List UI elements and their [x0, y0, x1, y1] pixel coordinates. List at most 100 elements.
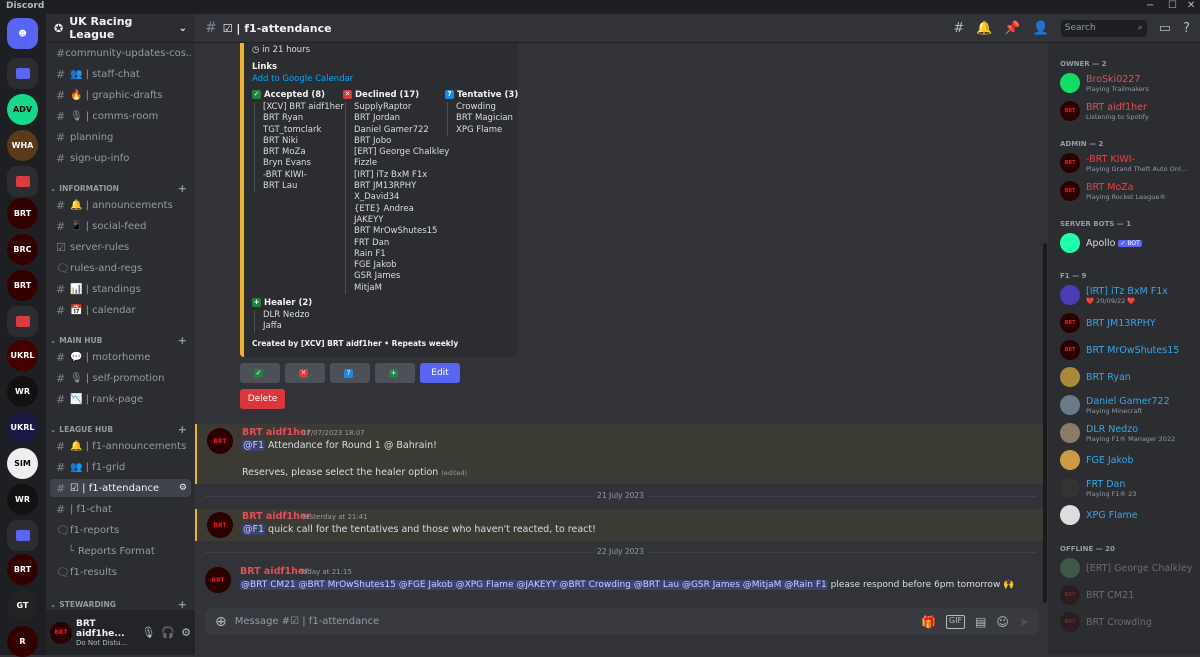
maximize-button[interactable]: ☐: [1168, 0, 1177, 11]
avatar[interactable]: BRT: [205, 567, 231, 593]
channel-server-rules[interactable]: ☑ server-rules: [50, 238, 191, 256]
bell-icon[interactable]: 🔔: [976, 21, 992, 36]
channel-planning[interactable]: # planning: [50, 128, 191, 146]
tentative-button[interactable]: ?: [330, 363, 370, 383]
inbox-icon[interactable]: ▭: [1159, 21, 1171, 36]
member-item[interactable]: BRT Ryan: [1060, 365, 1196, 389]
channel-community-updates[interactable]: # community-updates-cos...: [50, 44, 191, 62]
plus-icon[interactable]: +: [178, 423, 187, 436]
scrollbar-thumb[interactable]: [1043, 243, 1047, 603]
help-icon[interactable]: ?: [1183, 21, 1190, 36]
add-attachment-icon[interactable]: ⊕: [215, 614, 227, 630]
channel-self-promotion[interactable]: # 🎙 | self-promotion: [50, 369, 191, 387]
server-folder-icon[interactable]: [7, 166, 38, 197]
member-item[interactable]: BRT BRT MrOwShutes15: [1060, 338, 1196, 362]
server-icon[interactable]: WR: [7, 376, 38, 407]
member-item[interactable]: Apollo ✓ BOT: [1060, 231, 1196, 255]
send-icon[interactable]: ➤: [1019, 615, 1029, 629]
server-icon[interactable]: BRT: [7, 198, 38, 229]
server-folder-icon[interactable]: [7, 520, 38, 551]
message-input[interactable]: Message #☑ | f1-attendance: [235, 616, 380, 627]
channel-f1-chat[interactable]: # | f1-chat: [50, 500, 191, 518]
category-main-hub[interactable]: ⌄ MAIN HUB +: [50, 334, 187, 347]
settings-icon[interactable]: ⚙: [179, 483, 191, 493]
member-item[interactable]: BRT BRT JM13RPHY: [1060, 311, 1196, 335]
server-icon[interactable]: UKRL: [7, 412, 38, 443]
server-icon[interactable]: R: [7, 626, 38, 657]
edit-button[interactable]: Edit: [420, 363, 460, 383]
message-composer[interactable]: ⊕ Message #☑ | f1-attendance 🎁 GIF ▤ ☺ ➤: [205, 608, 1039, 635]
close-button[interactable]: ✕: [1187, 0, 1195, 11]
thread-reports-format[interactable]: └ Reports Format: [50, 542, 191, 560]
channel-f1-grid[interactable]: # 👥 | f1-grid: [50, 458, 191, 476]
gif-button[interactable]: GIF: [945, 614, 966, 629]
channel-motorhome[interactable]: # 💬 | motorhome: [50, 348, 191, 366]
delete-button[interactable]: Delete: [240, 389, 285, 409]
chevron-down-icon[interactable]: ⌄: [179, 23, 187, 34]
message-author[interactable]: BRT aidf1her: [242, 427, 311, 438]
decline-button[interactable]: ✕: [285, 363, 325, 383]
server-icon[interactable]: BRC: [7, 234, 38, 265]
member-item[interactable]: FGE Jakob: [1060, 448, 1196, 472]
channel-f1-attendance[interactable]: # ☑ | f1-attendance ⚙: [50, 479, 191, 497]
user-mentions[interactable]: @BRT CM21 @BRT MrOwShutes15 @FGE Jakob @…: [240, 580, 828, 590]
channel-rank-page[interactable]: # 📉 | rank-page: [50, 390, 191, 408]
member-item[interactable]: BRT BRT aidf1her Listening to Spotify: [1060, 99, 1196, 123]
member-item[interactable]: XPG Flame: [1060, 503, 1196, 527]
server-icon[interactable]: WR: [7, 484, 38, 515]
message-author[interactable]: BRT aidf1her: [242, 511, 311, 522]
server-icon[interactable]: UKRL: [7, 340, 38, 371]
channel-comms-room[interactable]: # 🎙 | comms-room: [50, 107, 191, 125]
server-icon[interactable]: GT: [7, 590, 38, 621]
discord-home-icon[interactable]: ☻: [7, 18, 38, 49]
member-item[interactable]: [ERT] George Chalkley: [1060, 556, 1196, 580]
plus-icon[interactable]: +: [178, 182, 187, 195]
message-author[interactable]: BRT aidf1her: [240, 566, 309, 577]
member-item[interactable]: [IRT] iTz BxM F1x ❤️ 20/09/22 ❤️: [1060, 283, 1196, 307]
accept-button[interactable]: ✓: [240, 363, 280, 383]
channel-rules-and-regs[interactable]: 🗨 rules-and-regs: [50, 259, 191, 277]
role-mention[interactable]: @F1: [242, 524, 266, 535]
user-info[interactable]: BRT aidf1he... Do Not Distu...: [76, 619, 137, 647]
category-league-hub[interactable]: ⌄ LEAGUE HUB +: [50, 423, 187, 436]
server-icon[interactable]: BRT: [7, 554, 38, 585]
channel-graphic-drafts[interactable]: # 🔥 | graphic-drafts: [50, 86, 191, 104]
gear-icon[interactable]: ⚙: [181, 626, 191, 639]
member-item[interactable]: BRT -BRT KIWI- Playing Grand Theft Auto On…: [1060, 151, 1196, 175]
server-folder-icon[interactable]: [7, 306, 38, 337]
avatar[interactable]: BRT: [207, 428, 233, 454]
channel-sign-up-info[interactable]: # sign-up-info: [50, 149, 191, 167]
channel-announcements[interactable]: # 🔔 | announcements: [50, 196, 191, 214]
channel-standings[interactable]: # 📊 | standings: [50, 280, 191, 298]
plus-icon[interactable]: +: [178, 334, 187, 347]
healer-button[interactable]: +: [375, 363, 415, 383]
server-icon[interactable]: SIM: [7, 448, 38, 479]
server-icon[interactable]: BRT: [7, 270, 38, 301]
members-icon[interactable]: 👤: [1033, 21, 1049, 36]
channel-f1-reports[interactable]: 🗨 f1-reports: [50, 521, 191, 539]
emoji-icon[interactable]: ☺: [996, 615, 1009, 629]
member-item[interactable]: BRT BRT MoZa Playing Rocket League®: [1060, 179, 1196, 203]
server-folder-icon[interactable]: [7, 58, 38, 89]
sticker-icon[interactable]: ▤: [975, 615, 986, 629]
channel-f1-announcements[interactable]: # 🔔 | f1-announcements: [50, 437, 191, 455]
category-information[interactable]: ⌄ INFORMATION +: [50, 182, 187, 195]
search-input[interactable]: Search ⌕: [1060, 19, 1147, 37]
avatar[interactable]: BRT: [207, 512, 233, 538]
member-item[interactable]: BRT BRT Crowding: [1060, 610, 1196, 634]
server-icon[interactable]: WHA: [7, 130, 38, 161]
channel-f1-results[interactable]: 🗨 f1-results: [50, 563, 191, 581]
pin-icon[interactable]: 📌: [1004, 21, 1020, 36]
threads-icon[interactable]: #: [953, 21, 964, 36]
server-icon[interactable]: ADV: [7, 94, 38, 125]
member-item[interactable]: Daniel Gamer722 Playing Minecraft: [1060, 393, 1196, 417]
member-item[interactable]: FRT Dan Playing F1® 23: [1060, 476, 1196, 500]
channel-calendar[interactable]: # 📅 | calendar: [50, 301, 191, 319]
microphone-icon[interactable]: 🎙: [141, 626, 155, 639]
minimize-button[interactable]: −: [1146, 0, 1154, 11]
channel-social-feed[interactable]: # 📱 | social-feed: [50, 217, 191, 235]
google-calendar-link[interactable]: Add to Google Calendar: [252, 74, 353, 84]
gift-icon[interactable]: 🎁: [921, 615, 936, 629]
server-header[interactable]: ✪ UK Racing League ⌄: [46, 14, 195, 43]
headphones-icon[interactable]: 🎧: [161, 626, 175, 639]
